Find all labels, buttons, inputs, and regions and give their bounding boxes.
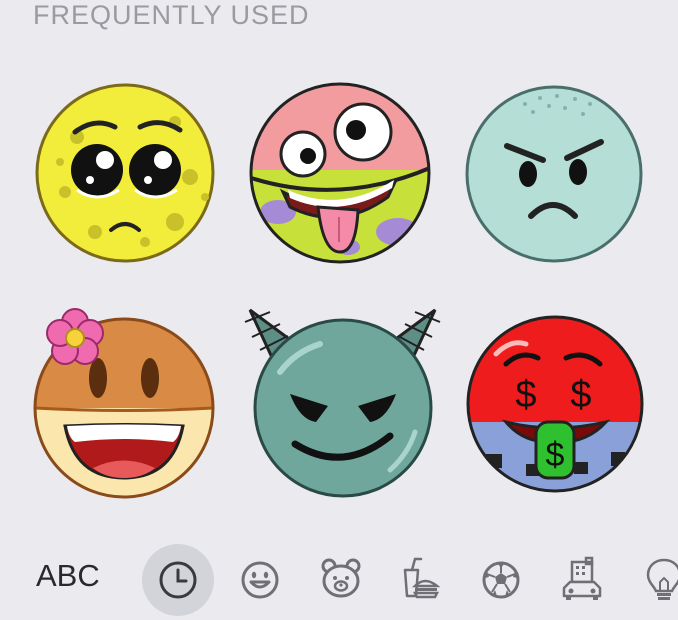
food-icon — [403, 557, 441, 599]
bear-icon — [321, 558, 361, 598]
sticker-grinning-flower-face[interactable] — [33, 308, 215, 500]
building-car-icon — [562, 556, 602, 600]
sticker-money-mouth-crab-face[interactable]: $ $ $ — [466, 314, 644, 494]
smiley-icon — [241, 561, 279, 599]
sticker-pleading-sponge-face[interactable] — [35, 82, 215, 264]
sticker-smirking-devil-face[interactable] — [240, 302, 445, 498]
sticker-tongue-out-starfish-face[interactable] — [248, 82, 432, 264]
sticker-grid: $ $ $ — [0, 0, 678, 520]
sticker-angry-squid-face[interactable] — [465, 84, 643, 264]
clock-icon — [159, 561, 197, 599]
tab-food[interactable] — [385, 544, 455, 614]
svg-text:$: $ — [570, 374, 591, 416]
svg-text:$: $ — [515, 374, 536, 416]
svg-text:$: $ — [546, 436, 565, 474]
tab-travel[interactable] — [546, 544, 616, 614]
tab-objects[interactable] — [628, 544, 678, 614]
tab-recent[interactable] — [142, 544, 214, 616]
soccer-ball-icon — [482, 561, 520, 599]
tab-smileys[interactable] — [224, 544, 294, 614]
tab-activity[interactable] — [465, 544, 535, 614]
abc-keyboard-button[interactable]: ABC — [36, 556, 100, 596]
tab-animals[interactable] — [305, 544, 375, 614]
lightbulb-icon — [646, 558, 678, 600]
